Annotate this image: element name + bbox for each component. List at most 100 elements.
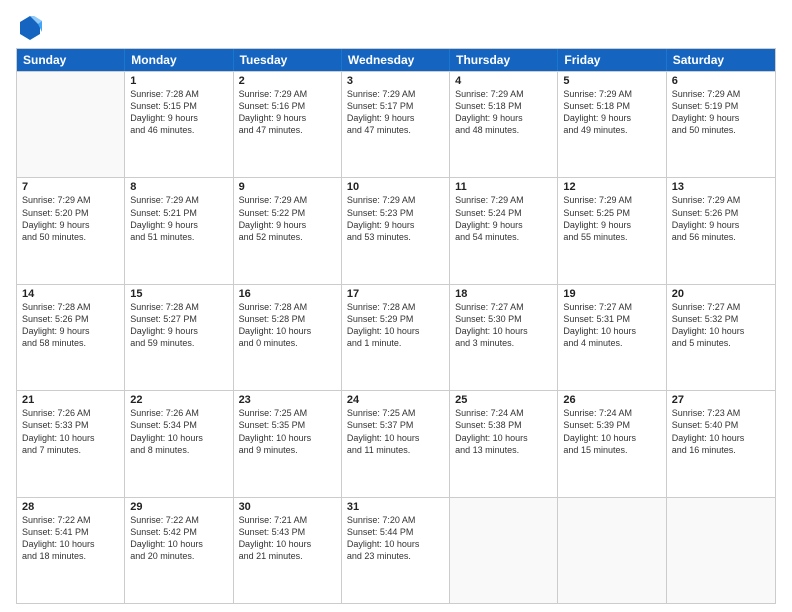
cell-info-line: and 18 minutes. xyxy=(22,550,119,562)
day-number: 4 xyxy=(455,75,552,87)
day-number: 11 xyxy=(455,181,552,193)
cell-info-line: Daylight: 9 hours xyxy=(347,112,444,124)
cell-info-line: and 20 minutes. xyxy=(130,550,227,562)
calendar-header: SundayMondayTuesdayWednesdayThursdayFrid… xyxy=(17,49,775,71)
day-number: 22 xyxy=(130,394,227,406)
cell-info-line: Daylight: 10 hours xyxy=(563,432,660,444)
day-number: 29 xyxy=(130,501,227,513)
day-cell-30: 30Sunrise: 7:21 AMSunset: 5:43 PMDayligh… xyxy=(234,498,342,603)
cell-info-line: Sunset: 5:31 PM xyxy=(563,313,660,325)
cell-info-line: Sunset: 5:25 PM xyxy=(563,207,660,219)
day-number: 10 xyxy=(347,181,444,193)
day-number: 16 xyxy=(239,288,336,300)
day-cell-28: 28Sunrise: 7:22 AMSunset: 5:41 PMDayligh… xyxy=(17,498,125,603)
cell-info-line: Sunset: 5:21 PM xyxy=(130,207,227,219)
day-cell-4: 4Sunrise: 7:29 AMSunset: 5:18 PMDaylight… xyxy=(450,72,558,177)
day-cell-2: 2Sunrise: 7:29 AMSunset: 5:16 PMDaylight… xyxy=(234,72,342,177)
day-cell-12: 12Sunrise: 7:29 AMSunset: 5:25 PMDayligh… xyxy=(558,178,666,283)
cell-info-line: Sunset: 5:37 PM xyxy=(347,419,444,431)
cell-info-line: Daylight: 10 hours xyxy=(239,538,336,550)
cell-info-line: Daylight: 10 hours xyxy=(22,538,119,550)
calendar-row-3: 21Sunrise: 7:26 AMSunset: 5:33 PMDayligh… xyxy=(17,390,775,496)
day-cell-19: 19Sunrise: 7:27 AMSunset: 5:31 PMDayligh… xyxy=(558,285,666,390)
cell-info-line: Sunrise: 7:26 AM xyxy=(130,407,227,419)
day-number: 7 xyxy=(22,181,119,193)
cell-info-line: Sunset: 5:18 PM xyxy=(563,100,660,112)
day-cell-31: 31Sunrise: 7:20 AMSunset: 5:44 PMDayligh… xyxy=(342,498,450,603)
cell-info-line: Sunset: 5:24 PM xyxy=(455,207,552,219)
cell-info-line: Daylight: 10 hours xyxy=(455,432,552,444)
cell-info-line: and 48 minutes. xyxy=(455,124,552,136)
cell-info-line: Sunset: 5:16 PM xyxy=(239,100,336,112)
calendar-row-0: 1Sunrise: 7:28 AMSunset: 5:15 PMDaylight… xyxy=(17,71,775,177)
header-day-friday: Friday xyxy=(558,49,666,71)
header xyxy=(16,12,776,40)
cell-info-line: Sunrise: 7:29 AM xyxy=(347,194,444,206)
cell-info-line: Daylight: 9 hours xyxy=(672,219,770,231)
cell-info-line: Sunset: 5:15 PM xyxy=(130,100,227,112)
cell-info-line: Sunrise: 7:29 AM xyxy=(130,194,227,206)
cell-info-line: and 11 minutes. xyxy=(347,444,444,456)
cell-info-line: Sunset: 5:39 PM xyxy=(563,419,660,431)
cell-info-line: Sunset: 5:19 PM xyxy=(672,100,770,112)
cell-info-line: Sunrise: 7:29 AM xyxy=(347,88,444,100)
cell-info-line: and 8 minutes. xyxy=(130,444,227,456)
cell-info-line: Sunset: 5:30 PM xyxy=(455,313,552,325)
header-day-thursday: Thursday xyxy=(450,49,558,71)
cell-info-line: Sunrise: 7:29 AM xyxy=(563,194,660,206)
calendar-body: 1Sunrise: 7:28 AMSunset: 5:15 PMDaylight… xyxy=(17,71,775,603)
cell-info-line: and 55 minutes. xyxy=(563,231,660,243)
cell-info-line: and 46 minutes. xyxy=(130,124,227,136)
cell-info-line: and 3 minutes. xyxy=(455,337,552,349)
cell-info-line: Sunset: 5:17 PM xyxy=(347,100,444,112)
cell-info-line: Sunset: 5:18 PM xyxy=(455,100,552,112)
day-cell-22: 22Sunrise: 7:26 AMSunset: 5:34 PMDayligh… xyxy=(125,391,233,496)
cell-info-line: and 49 minutes. xyxy=(563,124,660,136)
cell-info-line: Sunrise: 7:28 AM xyxy=(130,301,227,313)
cell-info-line: and 9 minutes. xyxy=(239,444,336,456)
cell-info-line: Sunset: 5:28 PM xyxy=(239,313,336,325)
day-cell-26: 26Sunrise: 7:24 AMSunset: 5:39 PMDayligh… xyxy=(558,391,666,496)
cell-info-line: Sunrise: 7:29 AM xyxy=(672,88,770,100)
cell-info-line: Sunrise: 7:28 AM xyxy=(239,301,336,313)
cell-info-line: and 56 minutes. xyxy=(672,231,770,243)
day-number: 3 xyxy=(347,75,444,87)
calendar-row-4: 28Sunrise: 7:22 AMSunset: 5:41 PMDayligh… xyxy=(17,497,775,603)
day-number: 30 xyxy=(239,501,336,513)
cell-info-line: and 15 minutes. xyxy=(563,444,660,456)
day-cell-24: 24Sunrise: 7:25 AMSunset: 5:37 PMDayligh… xyxy=(342,391,450,496)
day-number: 23 xyxy=(239,394,336,406)
day-cell-16: 16Sunrise: 7:28 AMSunset: 5:28 PMDayligh… xyxy=(234,285,342,390)
cell-info-line: Daylight: 9 hours xyxy=(239,112,336,124)
header-day-wednesday: Wednesday xyxy=(342,49,450,71)
cell-info-line: Sunrise: 7:29 AM xyxy=(455,194,552,206)
cell-info-line: and 1 minute. xyxy=(347,337,444,349)
cell-info-line: and 50 minutes. xyxy=(22,231,119,243)
cell-info-line: and 5 minutes. xyxy=(672,337,770,349)
cell-info-line: Sunrise: 7:23 AM xyxy=(672,407,770,419)
cell-info-line: Daylight: 9 hours xyxy=(22,325,119,337)
cell-info-line: Sunrise: 7:28 AM xyxy=(22,301,119,313)
cell-info-line: and 4 minutes. xyxy=(563,337,660,349)
logo xyxy=(16,12,48,40)
cell-info-line: and 52 minutes. xyxy=(239,231,336,243)
day-cell-23: 23Sunrise: 7:25 AMSunset: 5:35 PMDayligh… xyxy=(234,391,342,496)
day-number: 18 xyxy=(455,288,552,300)
cell-info-line: Sunset: 5:42 PM xyxy=(130,526,227,538)
cell-info-line: Sunrise: 7:26 AM xyxy=(22,407,119,419)
cell-info-line: and 53 minutes. xyxy=(347,231,444,243)
cell-info-line: Sunset: 5:38 PM xyxy=(455,419,552,431)
calendar-row-1: 7Sunrise: 7:29 AMSunset: 5:20 PMDaylight… xyxy=(17,177,775,283)
cell-info-line: Sunset: 5:27 PM xyxy=(130,313,227,325)
cell-info-line: and 51 minutes. xyxy=(130,231,227,243)
day-number: 24 xyxy=(347,394,444,406)
day-cell-17: 17Sunrise: 7:28 AMSunset: 5:29 PMDayligh… xyxy=(342,285,450,390)
cell-info-line: Sunset: 5:26 PM xyxy=(672,207,770,219)
day-number: 26 xyxy=(563,394,660,406)
day-cell-3: 3Sunrise: 7:29 AMSunset: 5:17 PMDaylight… xyxy=(342,72,450,177)
cell-info-line: Sunrise: 7:24 AM xyxy=(455,407,552,419)
cell-info-line: Sunrise: 7:25 AM xyxy=(347,407,444,419)
day-number: 20 xyxy=(672,288,770,300)
cell-info-line: Sunrise: 7:28 AM xyxy=(130,88,227,100)
day-cell-29: 29Sunrise: 7:22 AMSunset: 5:42 PMDayligh… xyxy=(125,498,233,603)
